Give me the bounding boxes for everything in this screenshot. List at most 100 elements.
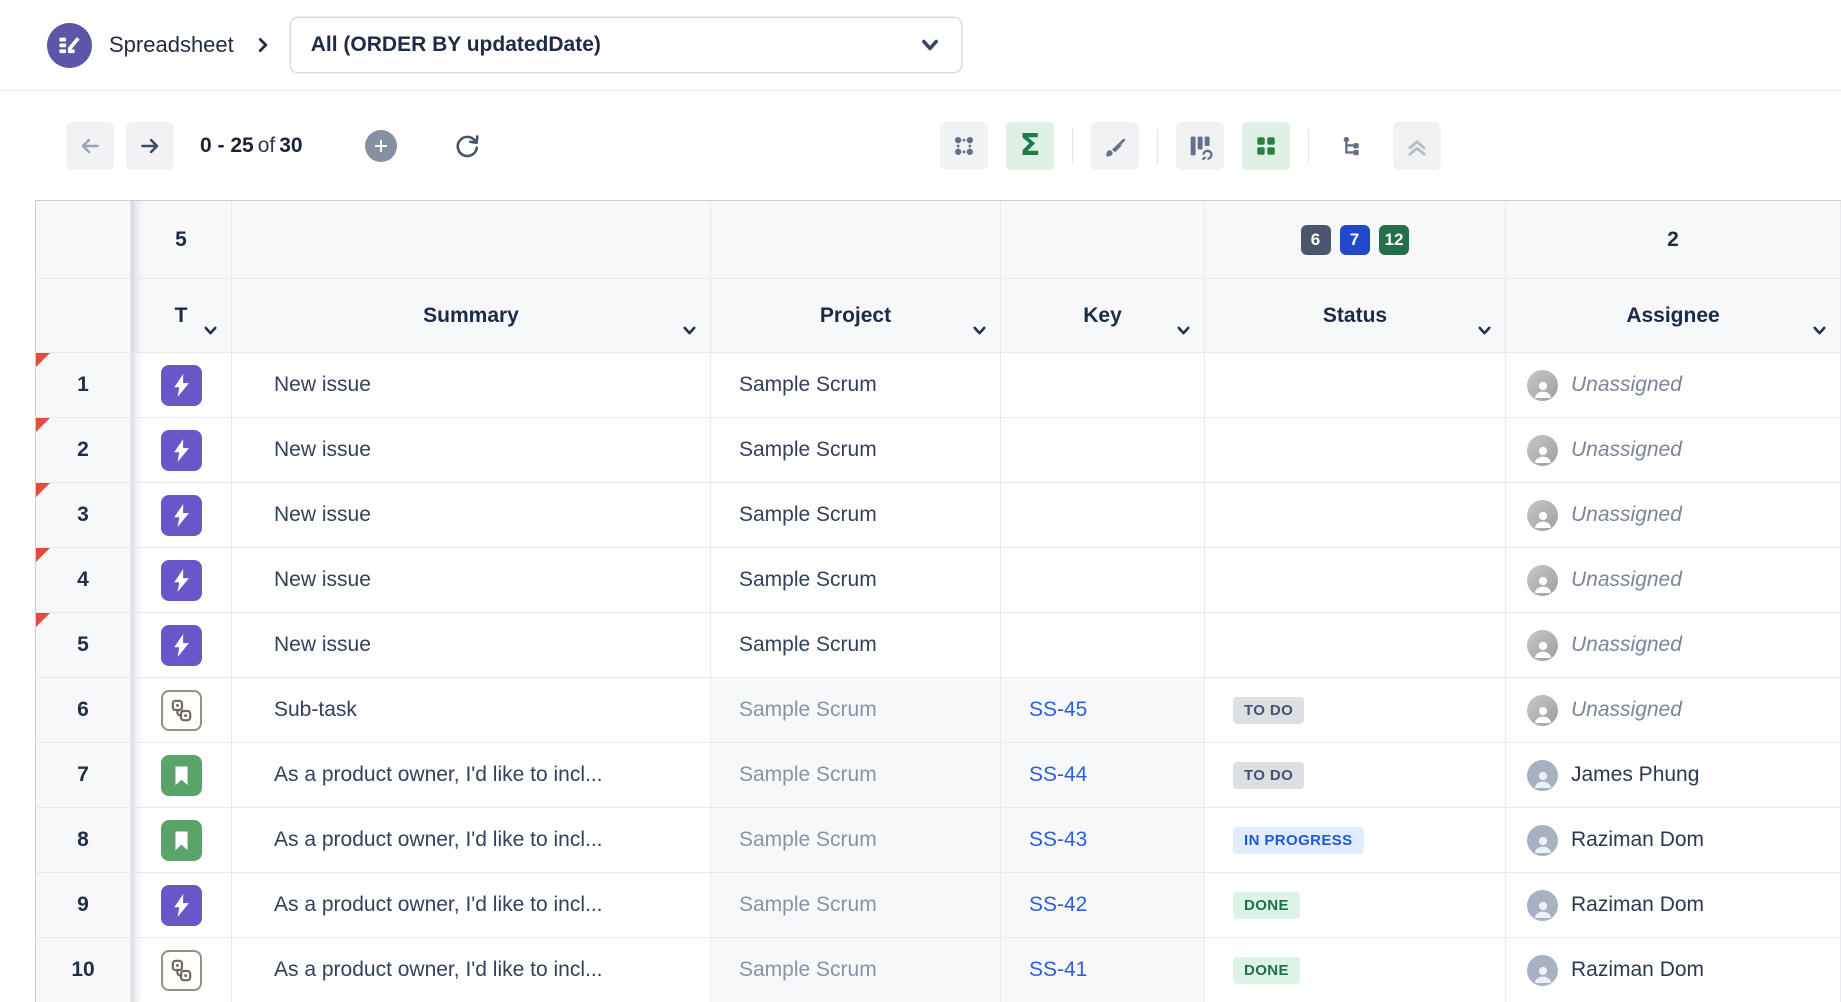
row-number-cell[interactable]: 3: [36, 483, 131, 548]
project-cell[interactable]: Sample Scrum: [711, 938, 1001, 1002]
project-cell[interactable]: Sample Scrum: [711, 678, 1001, 743]
summary-cell[interactable]: New issue: [232, 483, 711, 548]
assignee-cell[interactable]: Unassigned: [1506, 353, 1841, 418]
column-header-status[interactable]: Status: [1205, 279, 1506, 353]
summary-cell[interactable]: As a product owner, I'd like to incl...: [232, 938, 711, 1002]
row-number-cell[interactable]: 7: [36, 743, 131, 808]
status-cell[interactable]: [1205, 353, 1506, 418]
chevron-down-icon[interactable]: [1175, 322, 1192, 339]
assignee-cell[interactable]: Raziman Dom: [1506, 808, 1841, 873]
key-link[interactable]: SS-41: [1029, 958, 1087, 982]
type-cell[interactable]: [131, 678, 232, 743]
grid-view-button[interactable]: [1242, 122, 1290, 170]
type-cell[interactable]: [131, 418, 232, 483]
column-header-key[interactable]: Key: [1001, 279, 1205, 353]
summary-cell[interactable]: As a product owner, I'd like to incl...: [232, 873, 711, 938]
key-cell[interactable]: SS-41: [1001, 938, 1205, 1002]
key-cell[interactable]: SS-42: [1001, 873, 1205, 938]
summary-cell[interactable]: New issue: [232, 418, 711, 483]
key-cell[interactable]: SS-43: [1001, 808, 1205, 873]
row-number-cell[interactable]: 9: [36, 873, 131, 938]
status-cell[interactable]: [1205, 613, 1506, 678]
key-cell[interactable]: [1001, 613, 1205, 678]
type-cell[interactable]: [131, 483, 232, 548]
column-header-assignee[interactable]: Assignee: [1506, 279, 1841, 353]
type-cell[interactable]: [131, 548, 232, 613]
column-header-project[interactable]: Project: [711, 279, 1001, 353]
assignee-cell[interactable]: Unassigned: [1506, 548, 1841, 613]
dots-grid-button[interactable]: [940, 122, 988, 170]
summary-cell[interactable]: New issue: [232, 613, 711, 678]
summary-cell[interactable]: As a product owner, I'd like to incl...: [232, 808, 711, 873]
breadcrumb-app-title[interactable]: Spreadsheet: [109, 32, 234, 58]
assignee-cell[interactable]: Raziman Dom: [1506, 873, 1841, 938]
project-cell[interactable]: Sample Scrum: [711, 808, 1001, 873]
assignee-cell[interactable]: Unassigned: [1506, 483, 1841, 548]
key-link[interactable]: SS-43: [1029, 828, 1087, 852]
hierarchy-button[interactable]: [1327, 122, 1375, 170]
key-cell[interactable]: [1001, 483, 1205, 548]
type-cell[interactable]: [131, 743, 232, 808]
assignee-cell[interactable]: Raziman Dom: [1506, 938, 1841, 1002]
row-number-cell[interactable]: 1: [36, 353, 131, 418]
key-link[interactable]: SS-45: [1029, 698, 1087, 722]
add-row-button[interactable]: [365, 130, 397, 162]
type-cell[interactable]: [131, 353, 232, 418]
row-number-cell[interactable]: 6: [36, 678, 131, 743]
project-cell[interactable]: Sample Scrum: [711, 353, 1001, 418]
assignee-cell[interactable]: Unassigned: [1506, 613, 1841, 678]
status-cell[interactable]: TO DO: [1205, 678, 1506, 743]
summary-cell[interactable]: New issue: [232, 548, 711, 613]
row-number-cell[interactable]: 4: [36, 548, 131, 613]
key-cell[interactable]: [1001, 548, 1205, 613]
row-number-cell[interactable]: 10: [36, 938, 131, 1002]
type-cell[interactable]: [131, 873, 232, 938]
type-cell[interactable]: [131, 808, 232, 873]
previous-page-button[interactable]: [66, 122, 114, 170]
column-settings-button[interactable]: [1176, 122, 1224, 170]
sum-formulas-button[interactable]: Σ: [1006, 122, 1054, 170]
row-number-cell[interactable]: 2: [36, 418, 131, 483]
key-cell[interactable]: [1001, 353, 1205, 418]
column-header-summary[interactable]: Summary: [232, 279, 711, 353]
project-cell[interactable]: Sample Scrum: [711, 418, 1001, 483]
project-cell[interactable]: Sample Scrum: [711, 483, 1001, 548]
summary-cell[interactable]: As a product owner, I'd like to incl...: [232, 743, 711, 808]
chevron-down-icon[interactable]: [681, 322, 698, 339]
next-page-button[interactable]: [126, 122, 174, 170]
assignee-cell[interactable]: Unassigned: [1506, 678, 1841, 743]
assignee-cell[interactable]: Unassigned: [1506, 418, 1841, 483]
summary-cell[interactable]: New issue: [232, 353, 711, 418]
key-cell[interactable]: SS-45: [1001, 678, 1205, 743]
chevron-down-icon[interactable]: [971, 322, 988, 339]
chevron-down-icon[interactable]: [202, 322, 219, 339]
key-link[interactable]: SS-42: [1029, 893, 1087, 917]
type-cell[interactable]: [131, 613, 232, 678]
column-header-t[interactable]: T: [131, 279, 232, 353]
project-cell[interactable]: Sample Scrum: [711, 743, 1001, 808]
key-link[interactable]: SS-44: [1029, 763, 1087, 787]
collapse-all-button[interactable]: [1393, 122, 1441, 170]
type-cell[interactable]: [131, 938, 232, 1002]
project-cell[interactable]: Sample Scrum: [711, 548, 1001, 613]
view-selector-dropdown[interactable]: All (ORDER BY updatedDate): [290, 17, 962, 73]
status-cell[interactable]: [1205, 548, 1506, 613]
status-cell[interactable]: [1205, 418, 1506, 483]
row-number-cell[interactable]: 5: [36, 613, 131, 678]
chevron-down-icon[interactable]: [1811, 322, 1828, 339]
status-cell[interactable]: DONE: [1205, 873, 1506, 938]
key-cell[interactable]: [1001, 418, 1205, 483]
assignee-cell[interactable]: James Phung: [1506, 743, 1841, 808]
project-cell[interactable]: Sample Scrum: [711, 873, 1001, 938]
row-number-cell[interactable]: 8: [36, 808, 131, 873]
status-cell[interactable]: DONE: [1205, 938, 1506, 1002]
project-cell[interactable]: Sample Scrum: [711, 613, 1001, 678]
key-cell[interactable]: SS-44: [1001, 743, 1205, 808]
chevron-down-icon[interactable]: [1476, 322, 1493, 339]
summary-cell[interactable]: Sub-task: [232, 678, 711, 743]
status-cell[interactable]: [1205, 483, 1506, 548]
format-painter-button[interactable]: [1091, 122, 1139, 170]
refresh-button[interactable]: [447, 126, 487, 166]
status-cell[interactable]: TO DO: [1205, 743, 1506, 808]
status-cell[interactable]: IN PROGRESS: [1205, 808, 1506, 873]
